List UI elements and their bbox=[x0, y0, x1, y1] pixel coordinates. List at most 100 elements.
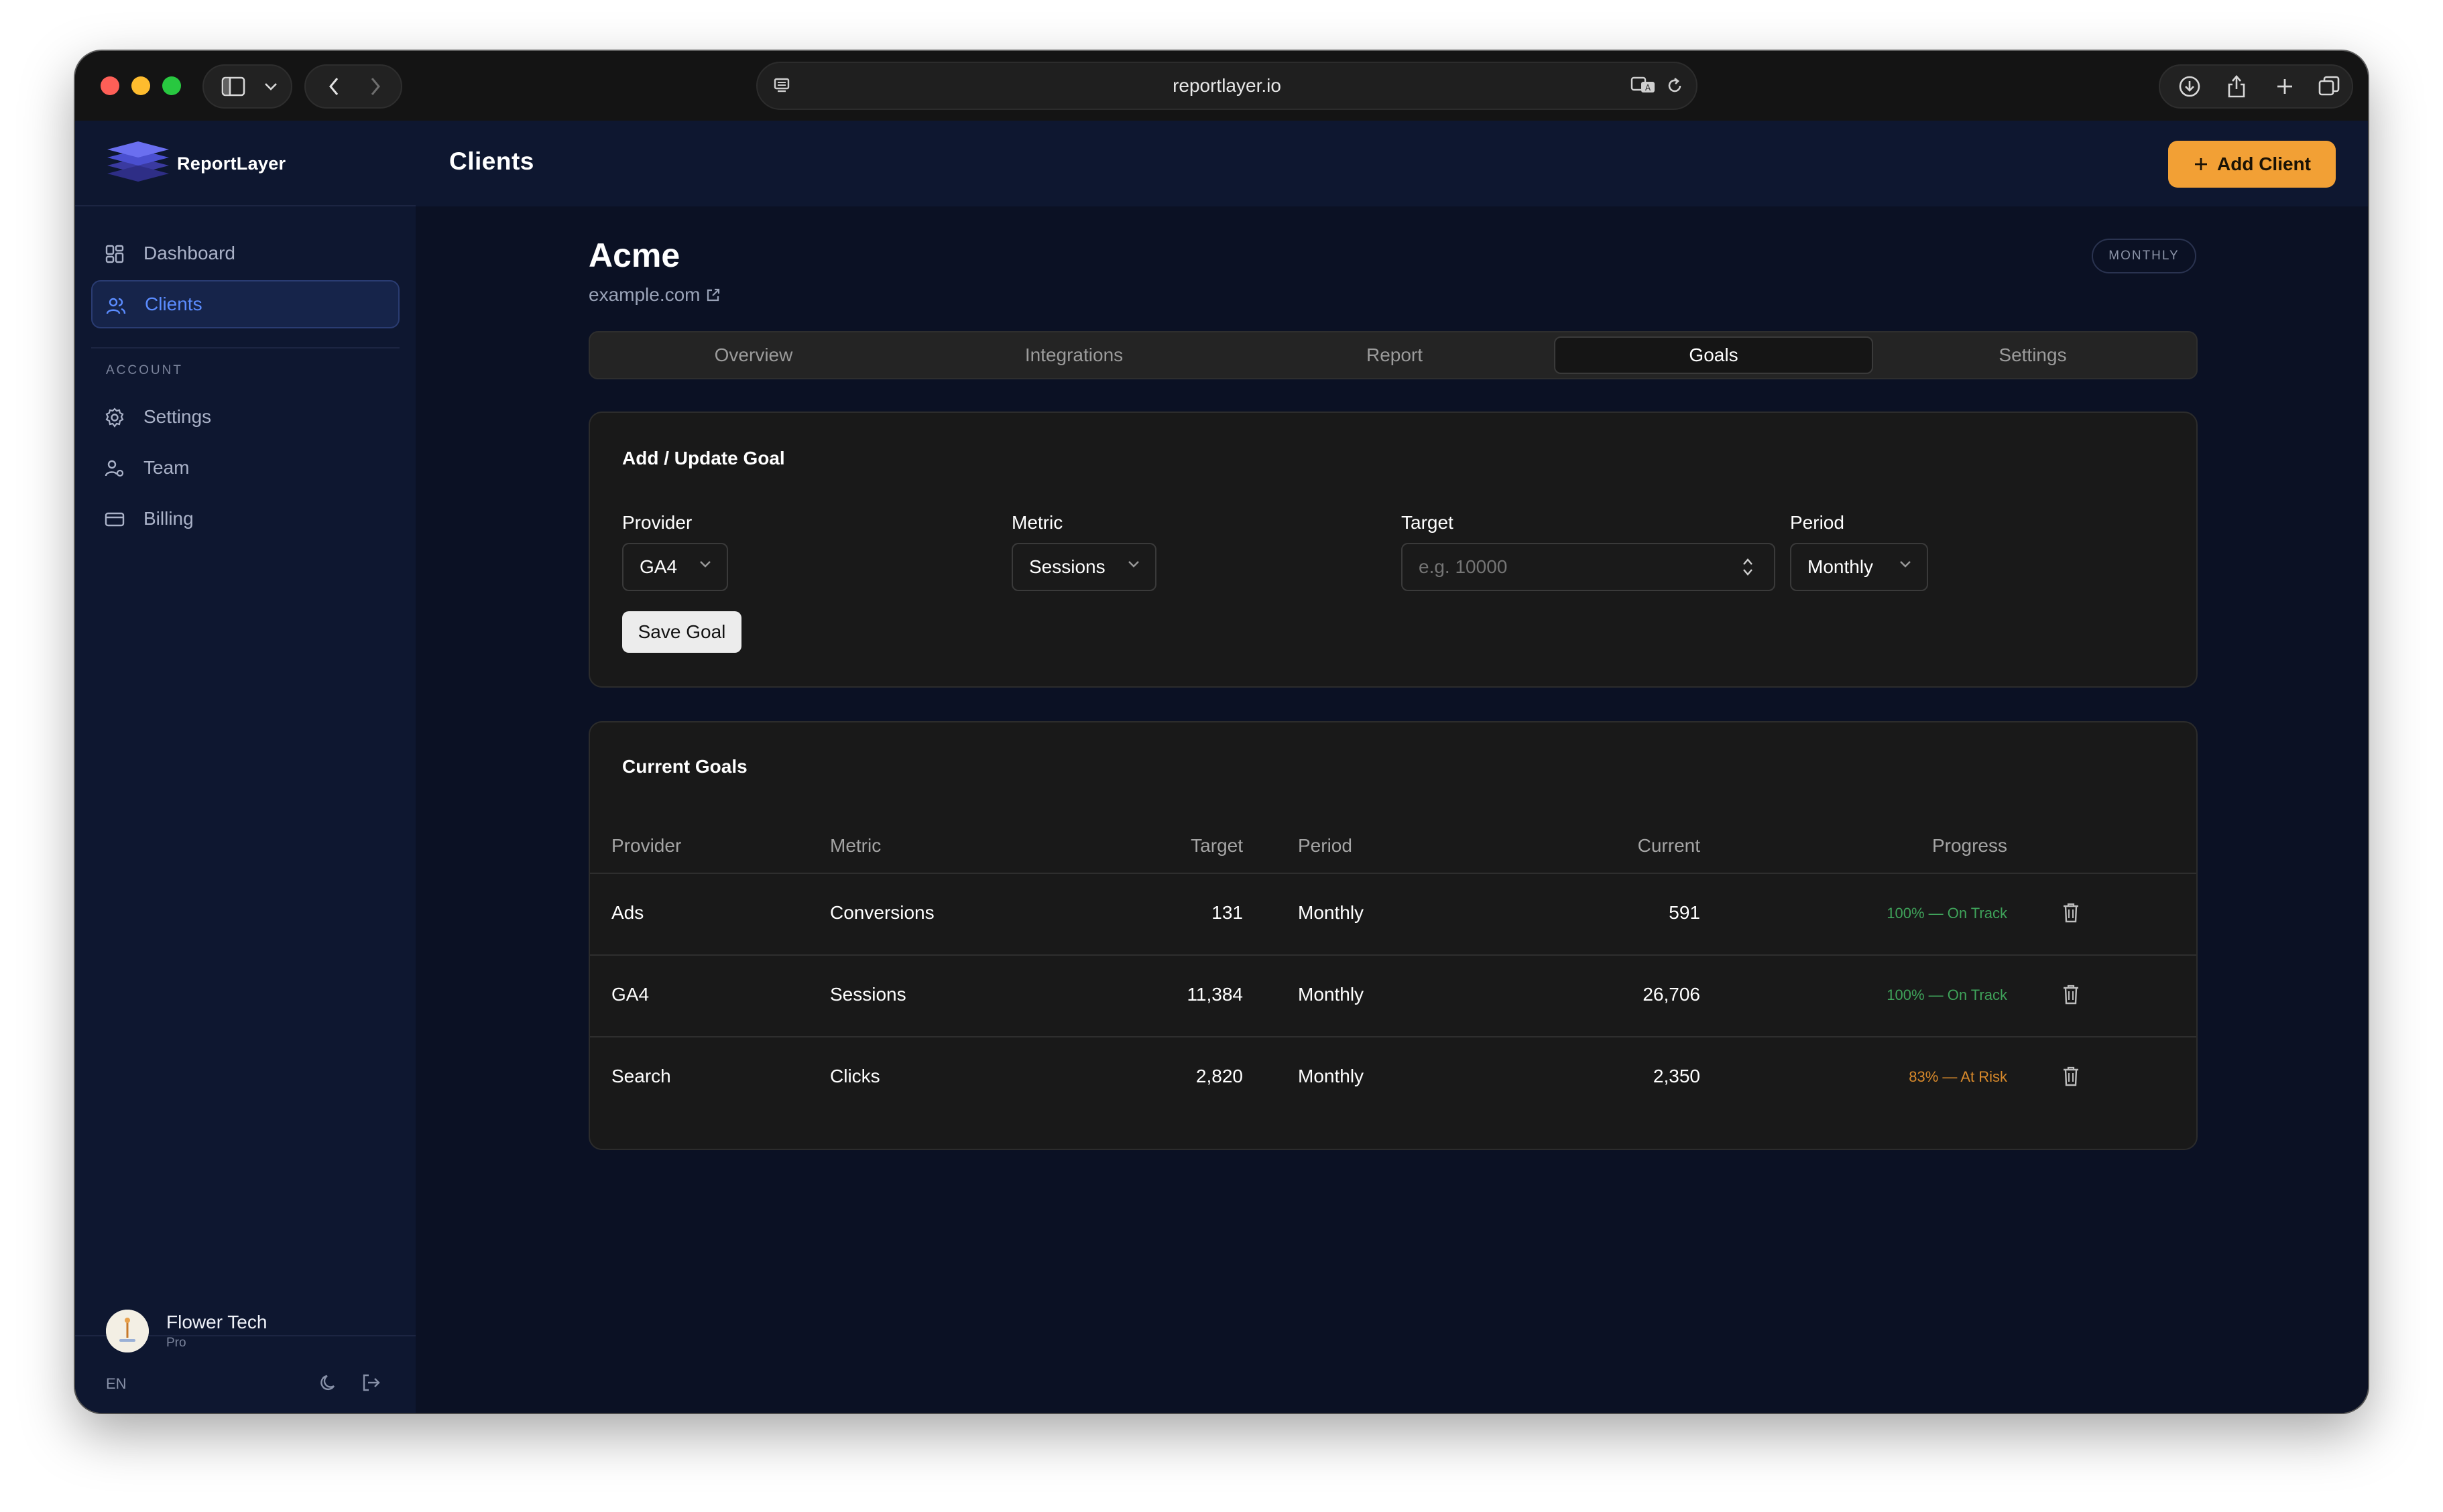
chevron-down-icon bbox=[700, 561, 711, 568]
cell-provider: GA4 bbox=[611, 984, 650, 1005]
current-goals-title: Current Goals bbox=[622, 756, 748, 777]
team-icon bbox=[105, 460, 124, 477]
tab-report[interactable]: Report bbox=[1235, 336, 1554, 374]
tab-overview[interactable]: Overview bbox=[594, 336, 913, 374]
new-tab-icon[interactable] bbox=[2265, 66, 2305, 107]
plus-icon bbox=[2195, 158, 2207, 170]
logout-icon[interactable] bbox=[361, 1373, 381, 1396]
goal-form-title: Add / Update Goal bbox=[622, 448, 785, 468]
sidebar-item-label: Settings bbox=[143, 406, 212, 427]
cell-period: Monthly bbox=[1298, 902, 1364, 923]
chevron-down-icon bbox=[1128, 561, 1139, 568]
language-switch[interactable]: EN bbox=[106, 1375, 127, 1393]
sidebar: ReportLayer Dashboard Clients ACCOUNT Se… bbox=[75, 121, 417, 1413]
forward-icon[interactable] bbox=[355, 66, 396, 107]
target-label: Target bbox=[1401, 512, 1453, 533]
chevron-down-icon[interactable] bbox=[257, 66, 284, 107]
period-badge: MONTHLY bbox=[2092, 239, 2196, 273]
trash-icon[interactable] bbox=[2062, 902, 2080, 924]
tab-settings[interactable]: Settings bbox=[1873, 336, 2192, 374]
stepper-icon[interactable] bbox=[1740, 556, 1755, 578]
close-window-button[interactable] bbox=[101, 76, 119, 95]
column-header-progress: Progress bbox=[1931, 835, 2007, 856]
sidebar-item-clients[interactable]: Clients bbox=[91, 280, 400, 328]
provider-label: Provider bbox=[622, 512, 693, 533]
goal-form-card: Add / Update Goal Provider GA4 Metric Se… bbox=[589, 412, 2198, 688]
provider-select[interactable]: GA4 bbox=[622, 543, 728, 591]
svg-text:A: A bbox=[1645, 83, 1651, 92]
sidebar-item-team[interactable]: Team bbox=[91, 444, 400, 492]
sidebar-item-dashboard[interactable]: Dashboard bbox=[91, 229, 400, 277]
gear-icon bbox=[105, 407, 124, 428]
tab-integrations[interactable]: Integrations bbox=[914, 336, 1234, 374]
divider bbox=[590, 954, 2196, 956]
current-goals-card: Current Goals Provider Metric Target Per… bbox=[589, 721, 2198, 1150]
reload-icon[interactable] bbox=[1665, 76, 1684, 99]
column-header-target: Target bbox=[1191, 835, 1243, 856]
cell-progress: 100% — On Track bbox=[1887, 987, 2007, 1003]
period-value: Monthly bbox=[1807, 556, 1874, 577]
trash-icon[interactable] bbox=[2062, 1066, 2080, 1087]
cell-target: 131 bbox=[1211, 902, 1243, 923]
sidebar-toggle-icon[interactable] bbox=[213, 66, 253, 107]
tab-overview-icon[interactable] bbox=[2309, 66, 2349, 107]
cell-target: 2,820 bbox=[1195, 1066, 1243, 1086]
cell-progress: 100% — On Track bbox=[1887, 905, 2007, 922]
sidebar-item-label: Team bbox=[143, 457, 190, 478]
tab-goals[interactable]: Goals bbox=[1554, 336, 1873, 374]
cell-current: 26,706 bbox=[1643, 984, 1700, 1005]
column-header-period: Period bbox=[1298, 835, 1352, 856]
period-select[interactable]: Monthly bbox=[1790, 543, 1928, 591]
divider bbox=[91, 347, 400, 349]
provider-value: GA4 bbox=[640, 556, 678, 577]
external-link-icon bbox=[707, 288, 719, 302]
sidebar-item-billing[interactable]: Billing bbox=[91, 495, 400, 543]
client-url-link[interactable]: example.com bbox=[589, 284, 721, 306]
client-url: example.com bbox=[589, 284, 701, 305]
cell-current: 591 bbox=[1669, 902, 1700, 923]
metric-label: Metric bbox=[1012, 512, 1063, 533]
client-tabs: Overview Integrations Report Goals Setti… bbox=[589, 331, 2198, 379]
chevron-down-icon bbox=[1900, 561, 1911, 568]
cell-progress: 83% — At Risk bbox=[1909, 1068, 2007, 1085]
page-title: Clients bbox=[449, 147, 534, 175]
add-client-button[interactable]: Add Client bbox=[2168, 141, 2336, 188]
trash-icon[interactable] bbox=[2062, 984, 2080, 1005]
translate-icon[interactable]: A bbox=[1630, 75, 1657, 99]
metric-select[interactable]: Sessions bbox=[1012, 543, 1156, 591]
page-header: Clients Add Client bbox=[416, 121, 2368, 208]
sidebar-item-label: Billing bbox=[143, 508, 194, 529]
share-icon[interactable] bbox=[2216, 66, 2257, 107]
download-icon[interactable] bbox=[2169, 66, 2210, 107]
brand[interactable]: ReportLayer bbox=[106, 137, 286, 190]
save-goal-button[interactable]: Save Goal bbox=[622, 611, 741, 653]
card-icon bbox=[105, 512, 125, 527]
minimize-window-button[interactable] bbox=[131, 76, 150, 95]
moon-icon[interactable] bbox=[319, 1373, 339, 1396]
dashboard-icon bbox=[105, 245, 124, 263]
divider bbox=[590, 1036, 2196, 1037]
address-bar[interactable]: reportlayer.io A bbox=[756, 62, 1697, 110]
column-header-metric: Metric bbox=[830, 835, 882, 856]
browser-toolbar: reportlayer.io A bbox=[75, 51, 2368, 122]
users-icon bbox=[106, 298, 126, 314]
browser-actions bbox=[2159, 64, 2353, 109]
sidebar-toggle-group[interactable] bbox=[202, 64, 292, 109]
sidebar-item-label: Dashboard bbox=[143, 243, 235, 263]
sidebar-item-settings[interactable]: Settings bbox=[91, 393, 400, 441]
cell-metric: Clicks bbox=[830, 1066, 880, 1086]
target-input[interactable] bbox=[1401, 543, 1775, 591]
zoom-window-button[interactable] bbox=[162, 76, 181, 95]
metric-value: Sessions bbox=[1029, 556, 1106, 577]
account-section-label: ACCOUNT bbox=[106, 363, 183, 377]
logo-icon bbox=[107, 141, 169, 182]
divider bbox=[590, 873, 2196, 874]
sidebar-item-label: Clients bbox=[145, 294, 202, 314]
back-icon[interactable] bbox=[314, 66, 354, 107]
user-profile[interactable]: Flower Tech Pro bbox=[106, 1310, 267, 1352]
history-navigation bbox=[304, 64, 402, 109]
user-name: Flower Tech bbox=[166, 1312, 267, 1332]
cell-period: Monthly bbox=[1298, 1066, 1364, 1086]
main-content: Acme example.com MONTHLY Overview Integr… bbox=[416, 206, 2368, 1413]
avatar bbox=[106, 1310, 149, 1352]
